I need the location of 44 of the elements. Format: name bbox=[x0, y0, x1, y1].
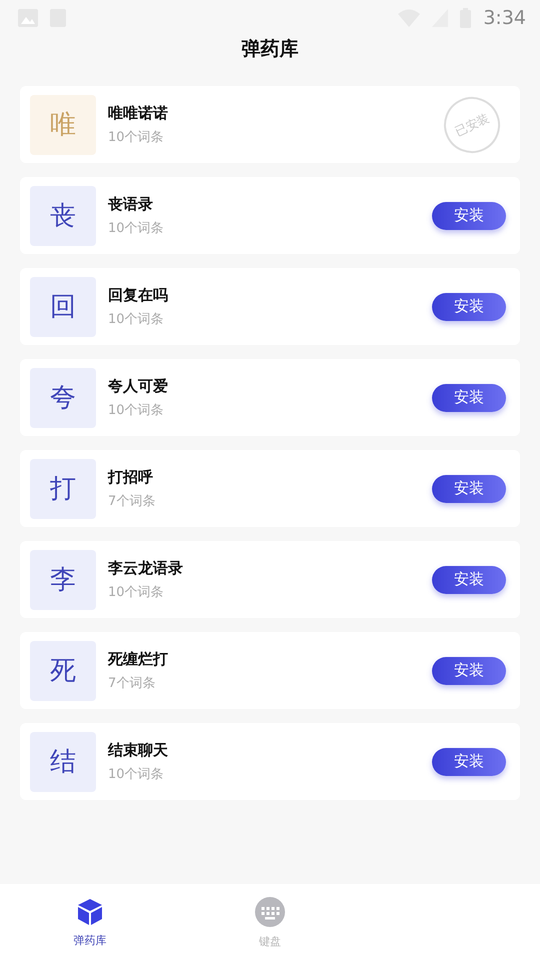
page-title: 弹药库 bbox=[242, 37, 298, 62]
pack-card[interactable]: 李 李云龙语录 10个词条 安装 bbox=[20, 541, 520, 618]
pack-name: 李云龙语录 bbox=[108, 558, 183, 578]
install-button[interactable]: 安装 bbox=[432, 566, 506, 594]
pack-initial: 死 bbox=[30, 640, 96, 700]
pack-name: 唯唯诺诺 bbox=[108, 104, 168, 122]
install-button[interactable]: 安装 bbox=[432, 292, 506, 320]
cube-icon bbox=[75, 896, 105, 926]
entry-count: 10个词条 bbox=[108, 584, 164, 600]
entry-count: 10个词条 bbox=[108, 220, 164, 236]
pack-name: 结束聊天 bbox=[108, 740, 168, 760]
pack-name: 夸人可爱 bbox=[108, 376, 168, 396]
nav-tab[interactable]: 弹药库 bbox=[0, 884, 180, 960]
pack-card[interactable]: 丧 丧语录 10个词条 安装 bbox=[20, 177, 520, 254]
pack-name: 丧语录 bbox=[108, 194, 153, 214]
pack-initial: 回 bbox=[30, 276, 96, 336]
keyboard-icon bbox=[254, 896, 286, 928]
pack-initial: 打 bbox=[30, 458, 96, 518]
pack-initial: 唯 bbox=[30, 94, 96, 154]
pack-name: 打招呼 bbox=[108, 468, 153, 486]
pack-initial: 丧 bbox=[30, 186, 96, 246]
pack-card[interactable]: 夸 夸人可爱 10个词条 安装 bbox=[20, 359, 520, 436]
entry-count: 7个词条 bbox=[108, 492, 156, 510]
pack-initial: 结 bbox=[30, 732, 96, 792]
install-button[interactable]: 安装 bbox=[432, 384, 506, 412]
pack-initial: 夸 bbox=[30, 368, 96, 428]
entry-count: 10个词条 bbox=[108, 310, 164, 328]
pack-card[interactable]: 回 回复在吗 10个词条 安装 bbox=[20, 268, 520, 345]
install-button[interactable]: 安装 bbox=[432, 748, 506, 776]
entry-count: 7个词条 bbox=[108, 674, 156, 692]
install-button[interactable]: 安装 bbox=[432, 656, 506, 684]
entry-count: 10个词条 bbox=[108, 128, 164, 146]
pack-card[interactable]: 结 结束聊天 10个词条 安装 bbox=[20, 723, 520, 800]
pack-name: 死缠烂打 bbox=[108, 650, 168, 668]
image-icon bbox=[18, 9, 38, 27]
entry-count: 10个词条 bbox=[108, 766, 164, 782]
pack-initial: 李 bbox=[30, 550, 96, 610]
install-button[interactable]: 安装 bbox=[432, 474, 506, 502]
entry-count: 10个词条 bbox=[108, 402, 164, 418]
install-button[interactable]: 安装 bbox=[432, 202, 506, 230]
status-time: 3:34 bbox=[483, 7, 526, 29]
pack-card[interactable]: 打 打招呼 7个词条 安装 bbox=[20, 450, 520, 527]
pack-card[interactable]: 死 死缠烂打 7个词条 安装 bbox=[20, 632, 520, 709]
pack-name: 回复在吗 bbox=[108, 286, 168, 304]
